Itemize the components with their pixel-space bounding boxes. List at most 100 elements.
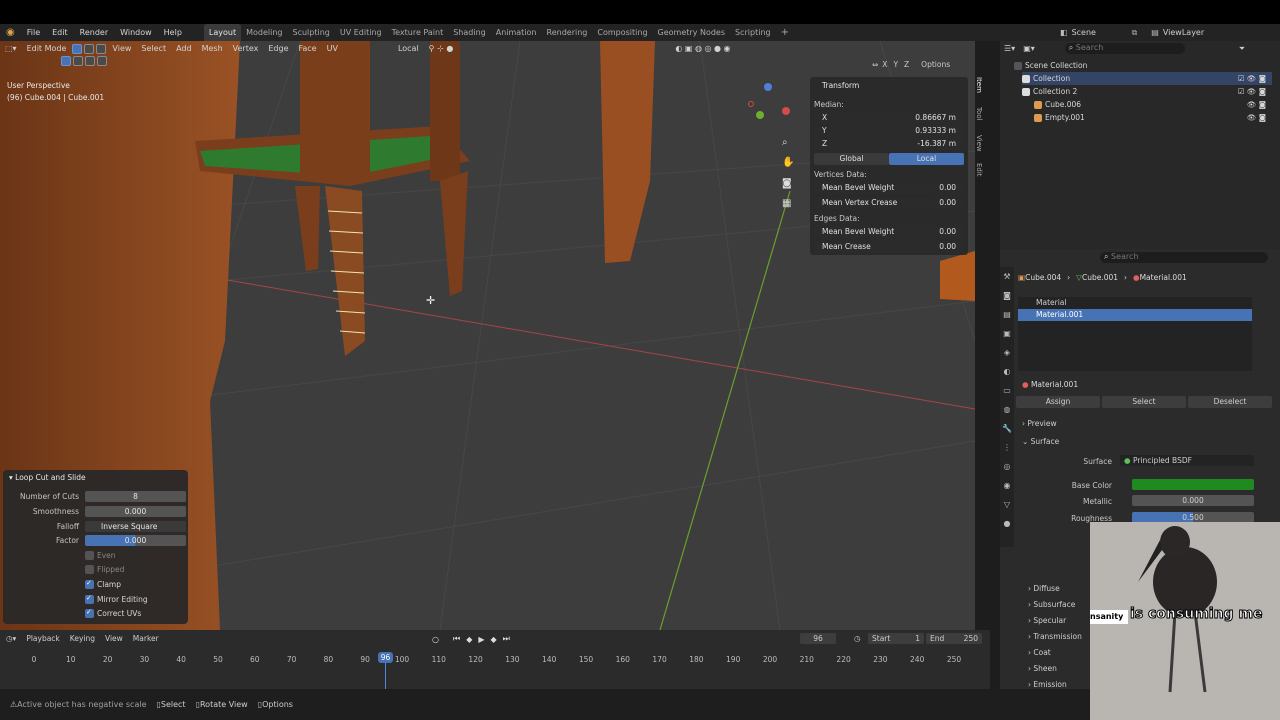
empty001-row[interactable]: Empty.001 👁 ◙ [1034, 111, 1272, 124]
axis-z-toggle[interactable]: Z [904, 60, 909, 69]
menu-add[interactable]: Add [171, 41, 197, 56]
falloff-dropdown[interactable]: Inverse Square [85, 521, 186, 532]
surface-shader-field[interactable]: ● Principled BSDF [1120, 455, 1254, 466]
base-color-swatch[interactable] [1132, 479, 1254, 490]
tab-layout[interactable]: Layout [203, 24, 242, 41]
tab-item[interactable]: Item [975, 77, 983, 107]
tab-tool[interactable]: Tool [975, 107, 983, 135]
mirror-editing-checkbox[interactable] [85, 594, 94, 604]
section-transmission[interactable]: › Transmission [1028, 629, 1082, 645]
clamp-checkbox[interactable] [85, 579, 94, 589]
median-y-field[interactable]: Y 0.93333 m [814, 125, 964, 137]
menu-uv[interactable]: UV [322, 41, 343, 56]
edge-mean-bevel-weight-field[interactable]: Mean Bevel Weight 0.00 [814, 226, 964, 238]
factor-field[interactable]: 0.000 [85, 535, 186, 546]
section-coat[interactable]: › Coat [1028, 645, 1082, 661]
pan-icon[interactable]: ✋ [782, 157, 794, 168]
material-name-field[interactable]: ● Material.001 [1022, 380, 1192, 391]
tab-scripting[interactable]: Scripting [730, 24, 776, 41]
breadcrumb-object[interactable]: Cube.004 [1025, 273, 1061, 282]
property-tab-icons[interactable]: ⚒ ◙ ▤ ▣ ◈ ◐ ▭ ◍ 🔧 ⋮ ◎ ◉ ▽ ● [1000, 267, 1014, 533]
transform-title[interactable]: Transform [822, 81, 859, 90]
collection2-row[interactable]: Collection 2 ☑ 👁 ◙ [1022, 85, 1272, 98]
snap-icon[interactable]: ⚲ ⊹ ● [424, 41, 459, 56]
display-mode-icon[interactable]: ▣▾ [1023, 44, 1035, 53]
median-x-field[interactable]: X 0.86667 m [814, 112, 964, 124]
new-scene-icon[interactable]: ⧉ [1132, 28, 1138, 38]
scene-name[interactable]: Scene [1072, 28, 1132, 37]
section-diffuse[interactable]: › Diffuse [1028, 581, 1082, 597]
local-toggle[interactable]: Local [889, 153, 964, 165]
mean-vertex-crease-field[interactable]: Mean Vertex Crease 0.00 [814, 197, 964, 209]
preview-section[interactable]: › Preview [1022, 419, 1057, 428]
playhead-marker[interactable]: 96 [378, 652, 393, 663]
mirror-icon[interactable]: ⇔ [872, 60, 878, 69]
tab-sculpting[interactable]: Sculpting [288, 24, 335, 41]
even-checkbox[interactable] [85, 551, 94, 560]
mean-bevel-weight-field[interactable]: Mean Bevel Weight 0.00 [814, 182, 964, 194]
number-of-cuts-field[interactable]: 8 [85, 491, 186, 502]
edge-select-mode[interactable] [84, 43, 95, 54]
tab-texture-paint[interactable]: Texture Paint [387, 24, 449, 41]
section-subsurface[interactable]: › Subsurface [1028, 597, 1082, 613]
menu-vertex[interactable]: Vertex [228, 41, 264, 56]
material-slot-1[interactable]: Material.001 [1018, 309, 1252, 321]
navigation-gizmo[interactable] [748, 81, 794, 127]
operator-title[interactable]: ▾ Loop Cut and Slide [9, 473, 86, 482]
breadcrumb-material[interactable]: Material.001 [1140, 273, 1187, 282]
blender-logo-icon[interactable]: ◉ [0, 27, 21, 38]
cube006-row[interactable]: Cube.006 👁 ◙ [1034, 98, 1272, 111]
zoom-icon[interactable]: ⌕ [782, 137, 788, 148]
scene-collection-row[interactable]: Scene Collection [1014, 59, 1087, 72]
menu-face[interactable]: Face [294, 41, 322, 56]
vertex-select-mode[interactable] [72, 43, 83, 54]
select-button[interactable]: Select [1102, 396, 1186, 408]
tab-animation[interactable]: Animation [491, 24, 542, 41]
view-layer-name[interactable]: ViewLayer [1163, 28, 1204, 37]
frame-ruler[interactable]: 0 10 20 30 40 50 60 70 80 90 100 110 120 130 140 150 160… [0, 630, 990, 689]
menu-file[interactable]: File [21, 24, 46, 41]
tab-view[interactable]: View [975, 135, 983, 163]
menu-render[interactable]: Render [74, 24, 114, 41]
smoothness-field[interactable]: 0.000 [85, 506, 186, 517]
outliner-type-icon[interactable]: ☰▾ [1004, 44, 1015, 53]
global-toggle[interactable]: Global [814, 153, 889, 165]
menu-edit[interactable]: Edit [46, 24, 74, 41]
tab-geometry-nodes[interactable]: Geometry Nodes [653, 24, 730, 41]
mode-select[interactable]: Edit Mode [22, 41, 72, 56]
tab-modeling[interactable]: Modeling [241, 24, 287, 41]
tab-shading[interactable]: Shading [448, 24, 491, 41]
mean-crease-field[interactable]: Mean Crease 0.00 [814, 241, 964, 253]
tab-compositing[interactable]: Compositing [592, 24, 652, 41]
section-specular[interactable]: › Specular [1028, 613, 1082, 629]
add-workspace-icon[interactable]: + [776, 24, 794, 41]
flipped-checkbox[interactable] [85, 565, 94, 574]
editor-type-icon[interactable]: ⬚▾ [0, 41, 22, 56]
shading-icons[interactable]: ◐ ▣ ◍ ◎ ● ◉ [670, 41, 735, 56]
menu-mesh[interactable]: Mesh [197, 41, 228, 56]
tab-rendering[interactable]: Rendering [542, 24, 593, 41]
orientation-select[interactable]: Local [393, 41, 424, 56]
grid-toggle-icon[interactable]: ▦ [782, 198, 791, 209]
collection-row[interactable]: Collection ☑ 👁 ◙ [1022, 72, 1272, 85]
material-slot-0[interactable]: Material [1018, 297, 1252, 309]
axis-y-toggle[interactable]: Y [893, 60, 898, 69]
assign-button[interactable]: Assign [1016, 396, 1100, 408]
select-invert-icon[interactable] [97, 56, 107, 66]
section-sheen[interactable]: › Sheen [1028, 661, 1082, 677]
breadcrumb-mesh[interactable]: Cube.001 [1082, 273, 1118, 282]
menu-edge[interactable]: Edge [263, 41, 293, 56]
menu-select[interactable]: Select [136, 41, 171, 56]
deselect-button[interactable]: Deselect [1188, 396, 1272, 408]
correct-uvs-checkbox[interactable] [85, 608, 94, 618]
options-dropdown[interactable]: Options [921, 60, 950, 69]
outliner-search[interactable]: ⌕ Search [1064, 43, 1185, 54]
menu-help[interactable]: Help [158, 24, 188, 41]
menu-view[interactable]: View [107, 41, 136, 56]
axis-x-toggle[interactable]: X [882, 60, 887, 69]
properties-search[interactable]: ⌕ Search [1100, 252, 1268, 263]
select-subtract-icon[interactable] [85, 56, 95, 66]
median-z-field[interactable]: Z -16.387 m [814, 138, 964, 150]
filter-icon[interactable]: ⏷ [1239, 44, 1245, 54]
face-select-mode[interactable] [96, 43, 107, 54]
